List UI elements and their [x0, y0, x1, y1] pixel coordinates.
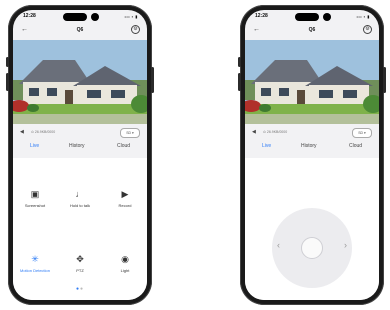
light-button[interactable]: ◉ Light [105, 253, 145, 273]
quality-selector[interactable]: SD ▾ [352, 128, 372, 138]
ptz-panel: ‹ › [245, 158, 379, 300]
house-camera-image [13, 40, 147, 124]
ptz-button[interactable]: ✥ PTZ [60, 253, 100, 273]
page-indicator: ●● [13, 286, 147, 292]
front-camera [323, 13, 331, 21]
hold-to-talk-label: Hold to talk [69, 203, 90, 208]
hold-to-talk-button[interactable]: ♩ Hold to talk [60, 188, 100, 208]
app-screen-ptz: 12:28 ••• ▪ ▮ ← Q6 ⚙ ◀ ⊙ 26.9KB/0000 SD … [245, 10, 379, 300]
dynamic-island [295, 13, 319, 21]
microphone-icon: ♩ [75, 189, 85, 199]
status-bar: 12:28 ••• ▪ ▮ [245, 10, 379, 24]
quality-selector[interactable]: SD ▾ [120, 128, 140, 138]
dynamic-island [63, 13, 87, 21]
light-icon: ◉ [121, 254, 129, 264]
video-info-bar: ◀ ⊙ 26.9KB/0000 SD ▾ [13, 126, 147, 140]
power-button [383, 67, 386, 93]
front-camera [91, 13, 99, 21]
nav-bar: ← Q6 ⚙ [245, 24, 379, 38]
tab-live[interactable]: Live [262, 143, 271, 149]
app-screen: 12:28 ••• ▪ ▮ ← Q6 ⚙ ◀ ⊙ 26.9KB/0000 SD … [13, 10, 147, 300]
page-dot: ● [80, 286, 85, 292]
ptz-label: PTZ [76, 268, 84, 273]
light-label: Light [120, 268, 130, 273]
running-person-icon: ✳ [31, 254, 39, 264]
tab-live[interactable]: Live [30, 143, 39, 149]
volume-up-button [6, 57, 9, 67]
live-video-feed[interactable] [13, 40, 147, 124]
ptz-icon: ✥ [76, 254, 84, 264]
record-button[interactable]: ▶ Record [105, 188, 145, 208]
house-camera-image [245, 40, 379, 124]
screenshot-button[interactable]: ▣ Screenshot [15, 188, 55, 208]
live-video-feed[interactable] [245, 40, 379, 124]
status-bar: 12:28 ••• ▪ ▮ [13, 10, 147, 24]
status-time: 12:28 [255, 13, 268, 19]
tab-history[interactable]: History [301, 143, 317, 149]
motion-detection-button[interactable]: ✳ Motion Detection [15, 253, 55, 273]
tab-cloud[interactable]: Cloud [117, 143, 130, 149]
signal-icon: ••• ▪ ▮ [124, 14, 138, 19]
ptz-joystick[interactable]: ‹ › [272, 208, 352, 288]
speaker-icon[interactable]: ◀ [252, 129, 256, 135]
screenshot-label: Screenshot [24, 203, 46, 208]
nav-bar: ← Q6 ⚙ [13, 24, 147, 38]
tab-bar: Live History Cloud [245, 143, 379, 155]
settings-icon[interactable]: ⚙ [363, 25, 372, 34]
volume-down-button [238, 73, 241, 91]
tab-cloud[interactable]: Cloud [349, 143, 362, 149]
record-label: Record [118, 203, 132, 208]
volume-up-button [238, 57, 241, 67]
video-info-bar: ◀ ⊙ 26.9KB/0000 SD ▾ [245, 126, 379, 140]
phone-right: 12:28 ••• ▪ ▮ ← Q6 ⚙ ◀ ⊙ 26.9KB/0000 SD … [238, 5, 386, 305]
video-icon: ▶ [121, 189, 129, 199]
volume-down-button [6, 73, 9, 91]
bitrate-text: ⊙ 26.9KB/0000 [263, 130, 288, 134]
power-button [151, 67, 154, 93]
speaker-icon[interactable]: ◀ [20, 129, 24, 135]
page-title: Q6 [308, 27, 316, 33]
phone-left: 12:28 ••• ▪ ▮ ← Q6 ⚙ ◀ ⊙ 26.9KB/0000 SD … [6, 5, 154, 305]
status-time: 12:28 [23, 13, 36, 19]
pan-right-icon[interactable]: › [344, 240, 347, 250]
pan-left-icon[interactable]: ‹ [277, 240, 280, 250]
camera-icon: ▣ [30, 189, 40, 199]
live-controls-panel: ▣ Screenshot ♩ Hold to talk ▶ Record ✳ M… [13, 158, 147, 300]
page-title: Q6 [76, 27, 84, 33]
joystick-knob[interactable] [301, 237, 323, 259]
motion-detection-label: Motion Detection [19, 268, 50, 273]
tab-bar: Live History Cloud [13, 143, 147, 155]
bitrate-text: ⊙ 26.9KB/0000 [31, 130, 56, 134]
tab-history[interactable]: History [69, 143, 85, 149]
settings-icon[interactable]: ⚙ [131, 25, 140, 34]
signal-icon: ••• ▪ ▮ [356, 14, 370, 19]
